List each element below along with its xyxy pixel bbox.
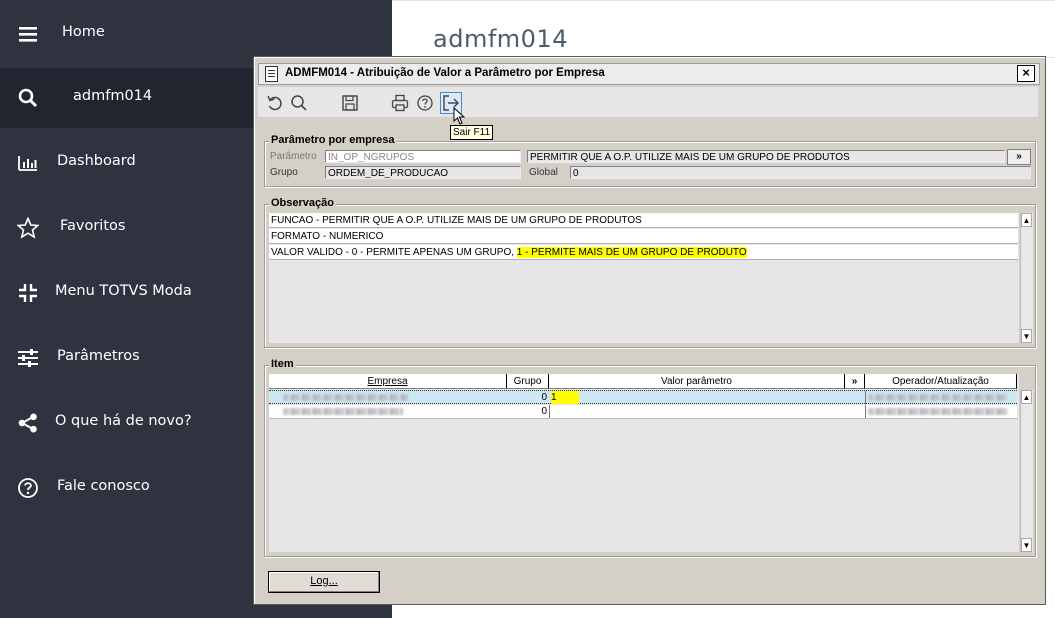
column-header-valor[interactable]: Valor parâmetro [549,374,845,389]
grupo-field: ORDEM_DE_PRODUCAO [325,166,521,179]
table-row[interactable]: 0 1 [269,390,1017,404]
log-button[interactable]: Log... [268,571,380,593]
parametro-field[interactable]: IN_OP_NGRUPOS [325,150,521,163]
column-header-more[interactable]: » [845,374,865,389]
bar-chart-icon [16,151,40,175]
dialog-title: ADMFM014 - Atribuição de Valor a Parâmet… [285,67,605,79]
scroll-up-icon[interactable]: ▲ [1021,213,1032,227]
grupo-cell: 0 [541,392,547,403]
help-circle-icon [16,476,40,500]
print-icon[interactable] [391,94,409,112]
item-group: Item Empresa Grupo Valor parâmetro » Ope… [264,358,1036,557]
column-header-operador[interactable]: Operador/Atualização [865,374,1017,389]
save-icon[interactable] [341,94,359,112]
close-button[interactable]: × [1017,65,1035,82]
search-icon [16,86,40,110]
valor-cell[interactable]: 1 [549,391,845,404]
toolbar [258,87,1038,125]
sidebar-item-label: Parâmetros [57,348,140,364]
column-header-grupo[interactable]: Grupo [507,374,549,389]
global-label: Global [529,167,558,178]
observacao-group: Observação FUNCAO - PERMITIR QUE A O.P. … [264,197,1036,348]
item-scrollbar[interactable]: ▲ ▼ [1020,390,1033,552]
tooltip: Sair F11 [450,125,494,140]
parametro-description-field: PERMITIR QUE A O.P. UTILIZE MAIS DE UM G… [527,150,1005,163]
dialog-titlebar: ADMFM014 - Atribuição de Valor a Parâmet… [258,63,1040,85]
global-field: 0 [570,166,1031,179]
scroll-up-icon[interactable]: ▲ [1021,390,1032,404]
observacao-scrollbar[interactable]: ▲ ▼ [1020,213,1033,343]
page-header: admfm014 [392,0,1055,58]
help-icon[interactable] [416,94,434,112]
sidebar-item-label: Fale conosco [57,478,150,494]
parametro-label: Parâmetro [270,151,317,162]
hamburger-icon[interactable] [16,22,40,46]
column-header-empresa[interactable]: Empresa [269,374,507,389]
operador-cell [865,391,1017,404]
more-button[interactable]: » [1007,149,1031,165]
highlighted-text: 1 - PERMITE MAIS DE UM GRUPO DE PRODUTO [516,247,747,258]
observacao-line: FORMATO - NUMERICO [269,229,1018,244]
empresa-cell [269,405,507,418]
grupo-cell: 0 [541,406,547,417]
sidebar-item-label: Favoritos [60,218,126,234]
observacao-line: FUNCAO - PERMITIR QUE A O.P. UTILIZE MAI… [269,213,1018,228]
observacao-text: VALOR VALIDO - 0 - PERMITE APENAS UM GRU… [271,247,517,258]
share-icon [16,411,40,435]
item-grid: Empresa Grupo Valor parâmetro » Operador… [269,374,1019,552]
compress-icon [16,281,40,305]
table-row[interactable]: 0 [269,405,1017,419]
group-title: Parâmetro por empresa [269,134,397,146]
observacao-textarea[interactable]: FUNCAO - PERMITIR QUE A O.P. UTILIZE MAI… [269,213,1019,343]
sidebar-item-label: admfm014 [73,88,153,104]
sliders-icon [16,346,40,370]
grupo-label: Grupo [270,167,298,178]
search-icon[interactable] [290,94,308,112]
scroll-down-icon[interactable]: ▼ [1021,329,1032,343]
sidebar-item-label: Home [62,24,105,40]
undo-icon[interactable] [266,94,284,112]
sidebar-item-label: Menu TOTVS Moda [55,283,192,299]
group-title: Item [269,358,296,370]
sidebar-item-label: O que há de novo? [55,413,192,429]
parameter-dialog: ADMFM014 - Atribuição de Valor a Parâmet… [253,56,1046,605]
sidebar-item-label: Dashboard [57,153,136,169]
star-icon [16,216,40,240]
sidebar-item-home[interactable]: Home [0,4,392,64]
operador-cell [865,405,1017,418]
scroll-down-icon[interactable]: ▼ [1021,538,1032,552]
empresa-cell [269,391,507,404]
param-group: Parâmetro por empresa Parâmetro IN_OP_NG… [264,134,1036,187]
group-title: Observação [269,197,336,209]
valor-cell[interactable] [549,405,845,418]
observacao-line: VALOR VALIDO - 0 - PERMITE APENAS UM GRU… [269,245,1018,260]
document-icon [265,66,278,82]
page-title: admfm014 [433,25,568,53]
